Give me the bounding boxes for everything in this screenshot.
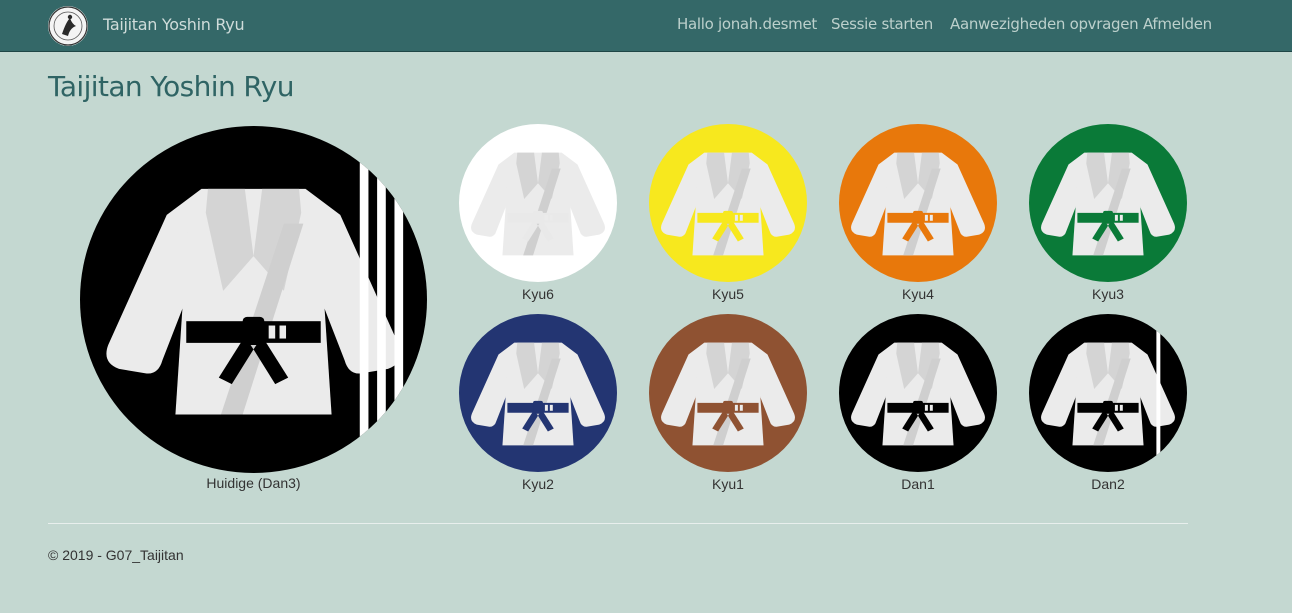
current-rank-badge[interactable]: Huidige (Dan3) [80, 126, 427, 496]
rank-badge-kyu4[interactable]: Kyu4 [839, 124, 997, 304]
rank-label: Kyu4 [902, 286, 934, 302]
rank-badge-kyu3[interactable]: Kyu3 [1029, 124, 1187, 304]
page-title: Taijitan Yoshin Ryu [48, 70, 294, 103]
rank-label: Kyu1 [712, 476, 744, 492]
blue-belt-gi-icon [459, 314, 617, 472]
brown-belt-gi-icon [649, 314, 807, 472]
rank-badge-kyu2[interactable]: Kyu2 [459, 314, 617, 494]
brand-name-link[interactable]: Taijitan Yoshin Ryu [103, 15, 245, 34]
rank-label: Kyu2 [522, 476, 554, 492]
orange-belt-gi-icon [839, 124, 997, 282]
navbar: Taijitan Yoshin Ryu Hallo jonah.desmet S… [0, 0, 1292, 52]
nav-start-session-link[interactable]: Sessie starten [831, 15, 933, 33]
black-belt-stripe-gi-icon [1029, 314, 1187, 472]
black-belt-gi-icon [839, 314, 997, 472]
green-belt-gi-icon [1029, 124, 1187, 282]
footer-copyright: © 2019 - G07_Taijitan [48, 547, 184, 563]
rank-label: Kyu3 [1092, 286, 1124, 302]
nav-attendance-link[interactable]: Aanwezigheden opvragen [950, 15, 1139, 33]
rank-label: Dan2 [1091, 476, 1125, 492]
footer-divider [48, 523, 1188, 524]
white-belt-gi-icon [459, 124, 617, 282]
rank-badge-kyu1[interactable]: Kyu1 [649, 314, 807, 494]
rank-badge-dan1[interactable]: Dan1 [839, 314, 997, 494]
current-rank-label: Huidige (Dan3) [206, 475, 301, 491]
current-rank-gi-icon [80, 126, 427, 473]
nav-greeting-link[interactable]: Hallo jonah.desmet [677, 15, 817, 33]
rank-badge-kyu5[interactable]: Kyu5 [649, 124, 807, 304]
rank-label: Dan1 [901, 476, 935, 492]
rank-label: Kyu5 [712, 286, 744, 302]
club-logo-icon[interactable] [48, 6, 88, 46]
nav-logout-link[interactable]: Afmelden [1143, 15, 1212, 33]
rank-badge-dan2[interactable]: Dan2 [1029, 314, 1187, 494]
yellow-belt-gi-icon [649, 124, 807, 282]
rank-badge-kyu6[interactable]: Kyu6 [459, 124, 617, 304]
rank-label: Kyu6 [522, 286, 554, 302]
